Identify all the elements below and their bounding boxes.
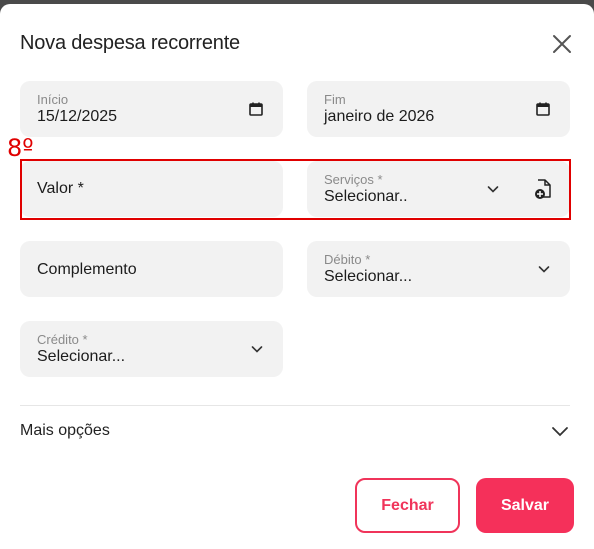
end-date-field[interactable]: Fim janeiro de 2026 (307, 81, 570, 137)
complement-placeholder: Complemento (37, 261, 137, 278)
start-date-value: 15/12/2025 (37, 108, 118, 125)
recurring-expense-modal: Nova despesa recorrente Início 15/12/202… (0, 4, 594, 549)
complement-field[interactable]: Complemento (20, 241, 283, 297)
annotation-highlight-box (20, 159, 571, 220)
annotation-label: 8º (7, 134, 34, 162)
save-button[interactable]: Salvar (476, 478, 574, 533)
debit-value: Selecionar... (324, 268, 413, 285)
credit-label: Crédito * (37, 332, 88, 347)
credit-value: Selecionar... (37, 348, 126, 365)
calendar-icon[interactable] (535, 101, 551, 117)
close-button[interactable]: Fechar (355, 478, 460, 533)
more-options-toggle[interactable]: Mais opções (20, 422, 110, 440)
chevron-down-icon[interactable] (537, 262, 551, 276)
debit-select[interactable]: Débito * Selecionar... (307, 241, 570, 297)
credit-select[interactable]: Crédito * Selecionar... (20, 321, 283, 377)
chevron-down-icon[interactable] (549, 420, 571, 442)
start-date-label: Início (37, 92, 69, 107)
end-date-value: janeiro de 2026 (324, 108, 435, 125)
modal-title: Nova despesa recorrente (20, 32, 240, 54)
calendar-icon[interactable] (248, 101, 264, 117)
chevron-down-icon[interactable] (250, 342, 264, 356)
divider (20, 405, 570, 406)
start-date-field[interactable]: Início 15/12/2025 (20, 81, 283, 137)
debit-label: Débito * (324, 252, 371, 267)
end-date-label: Fim (324, 92, 346, 107)
close-icon[interactable] (549, 31, 575, 57)
